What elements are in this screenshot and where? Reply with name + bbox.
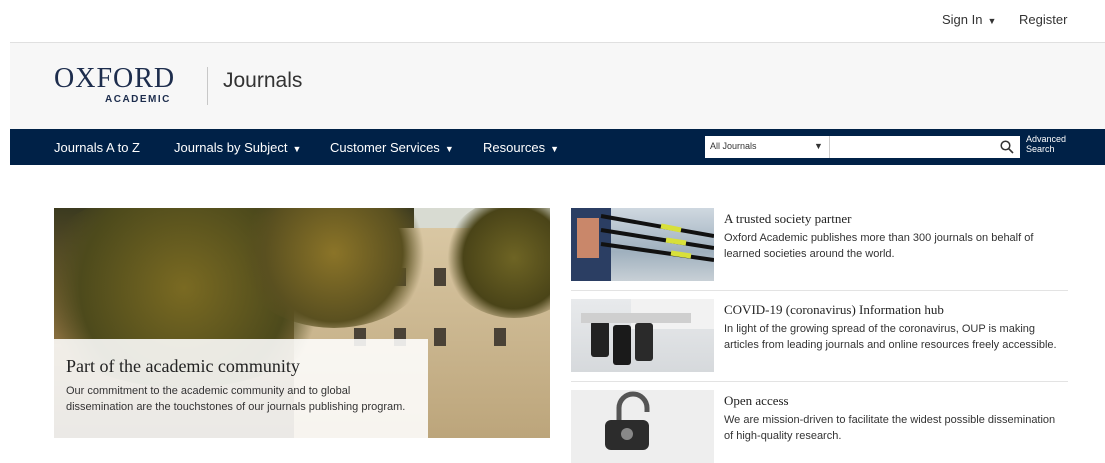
hero-text: Our commitment to the academic community… [66,385,406,413]
advanced-search-line: Advanced [1026,134,1067,144]
brand-header: OXFORD ACADEMIC Journals [10,43,1105,129]
feature-text: We are mission-driven to facilitate the … [724,414,1056,442]
main-nav: Journals A to Z Journals by Subject ▼ Cus… [10,129,1105,165]
feature-title[interactable]: COVID-19 (coronavirus) Information hub [724,302,944,318]
caret-down-icon: ▼ [987,16,997,26]
nav-resources[interactable]: Resources ▼ [483,140,559,155]
search-button[interactable] [993,136,1020,158]
caret-down-icon: ▼ [444,144,454,154]
hero-title: Part of the academic community [66,356,300,376]
sign-in-label: Sign In [942,12,983,27]
feature-item[interactable]: Open access We are mission-driven to fac… [571,390,1068,463]
feature-item[interactable]: COVID-19 (coronavirus) Information hub I… [571,299,1068,382]
hero-caption: Part of the academic community Our commi… [54,339,428,438]
window [434,268,446,286]
logo-subtitle: ACADEMIC [105,94,171,105]
divider [207,67,208,105]
advanced-search-link[interactable]: Advanced Search [1026,134,1066,154]
padlock-illustration [605,391,650,450]
nav-label: Journals by Subject [174,140,288,155]
feature-title[interactable]: Open access [724,393,789,409]
microscope-image [571,299,714,372]
nav-journals-a-to-z[interactable]: Journals A to Z [54,140,140,155]
feature-title[interactable]: A trusted society partner [724,211,851,227]
feature-text: In light of the growing spread of the co… [724,323,1057,351]
search-scope-select[interactable]: All Journals ▼ [705,136,830,158]
search-scope-value: All Journals [710,141,757,151]
divider [571,381,1068,382]
window [434,328,446,346]
padlock-image [571,390,714,463]
search-icon [1000,140,1014,154]
nav-label: Customer Services [330,140,440,155]
microscope-illustration [581,299,714,365]
nav-customer-services[interactable]: Customer Services ▼ [330,140,454,155]
divider [571,290,1068,291]
advanced-search-line: Search [1026,144,1055,154]
register-link[interactable]: Register [1019,12,1067,27]
oxford-academic-logo[interactable]: OXFORD ACADEMIC [54,63,204,106]
sign-in-link[interactable]: Sign In ▼ [942,12,996,27]
window [494,328,506,346]
caret-down-icon: ▼ [814,141,823,151]
nav-label: Journals A to Z [54,140,140,155]
nav-journals-by-subject[interactable]: Journals by Subject ▼ [174,140,301,155]
rowing-illustration [571,208,714,281]
feature-item[interactable]: A trusted society partner Oxford Academi… [571,208,1068,291]
rowing-image [571,208,714,281]
feature-text: Oxford Academic publishes more than 300 … [724,232,1034,260]
utility-bar: Sign In ▼ Register [0,0,1105,42]
search-input[interactable] [830,136,1020,158]
caret-down-icon: ▼ [292,144,302,154]
logo-wordmark: OXFORD [54,63,176,94]
caret-down-icon: ▼ [550,144,560,154]
nav-label: Resources [483,140,546,155]
section-title[interactable]: Journals [223,69,302,93]
hero-banner[interactable]: Part of the academic community Our commi… [54,208,550,438]
